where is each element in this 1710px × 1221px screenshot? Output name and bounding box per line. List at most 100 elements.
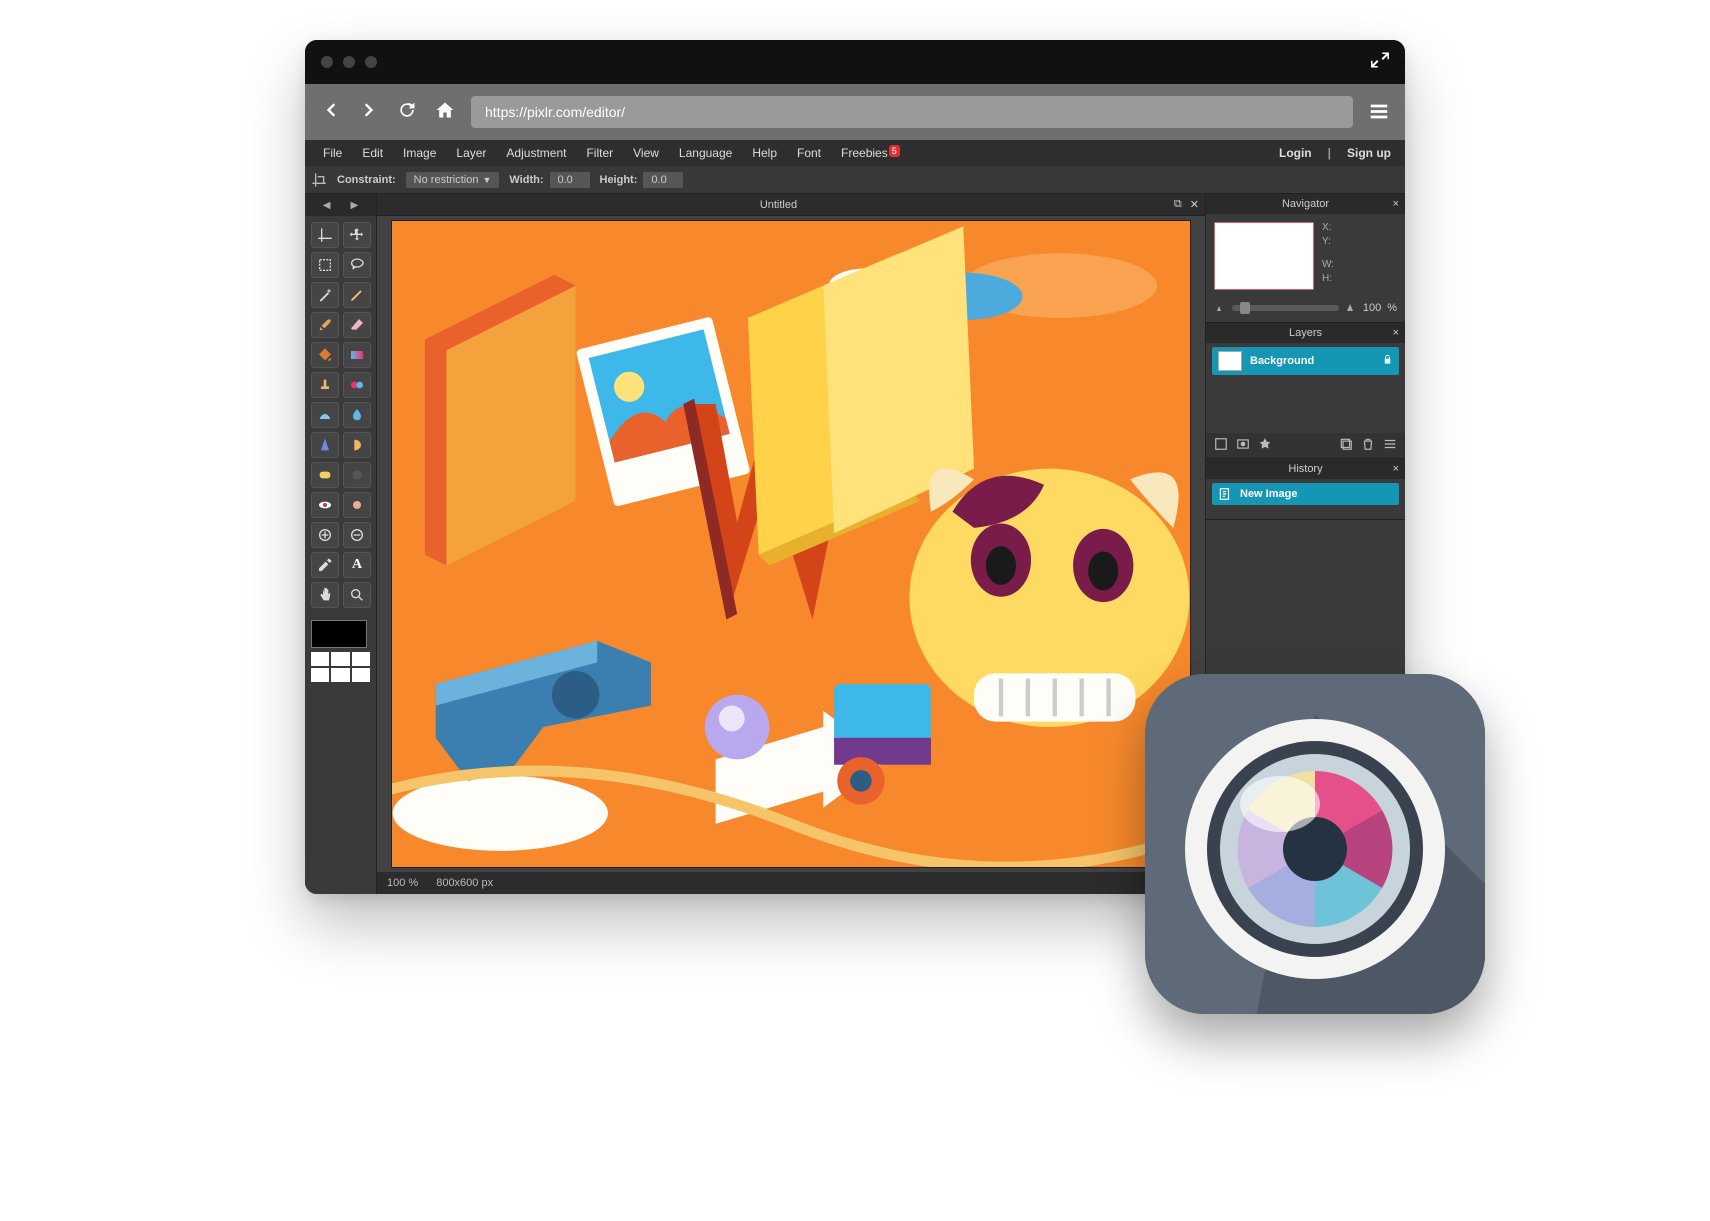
- menu-edit[interactable]: Edit: [352, 146, 393, 160]
- menu-language[interactable]: Language: [669, 146, 742, 160]
- zoom-in-icon[interactable]: [1345, 302, 1357, 314]
- height-input[interactable]: 0.0: [643, 172, 683, 188]
- menu-help[interactable]: Help: [742, 146, 787, 160]
- tool-red-eye[interactable]: [311, 492, 339, 518]
- tool-zoom[interactable]: [343, 582, 371, 608]
- menu-file[interactable]: File: [313, 146, 352, 160]
- tool-draw[interactable]: [311, 402, 339, 428]
- menu-layer[interactable]: Layer: [446, 146, 496, 160]
- tool-grid: A: [305, 216, 376, 614]
- document-title: Untitled: [383, 199, 1174, 211]
- menu-adjustment[interactable]: Adjustment: [496, 146, 576, 160]
- new-image-icon: [1218, 487, 1232, 501]
- tool-gradient[interactable]: [343, 342, 371, 368]
- navigator-coords: X: Y: W: H:: [1322, 222, 1334, 290]
- new-layer-icon[interactable]: [1339, 437, 1353, 454]
- divider: |: [1322, 146, 1337, 160]
- signup-link[interactable]: Sign up: [1341, 146, 1397, 160]
- app-menu-bar: File Edit Image Layer Adjustment Filter …: [305, 140, 1405, 166]
- tool-lasso[interactable]: [343, 252, 371, 278]
- tool-smudge[interactable]: [343, 432, 371, 458]
- nav-forward-button[interactable]: [357, 100, 381, 125]
- navigator-thumbnail[interactable]: [1214, 222, 1314, 290]
- history-item-label: New Image: [1240, 488, 1297, 500]
- tool-color-replace[interactable]: [343, 372, 371, 398]
- layer-name: Background: [1250, 355, 1374, 367]
- tool-paint-bucket[interactable]: [311, 342, 339, 368]
- menu-view[interactable]: View: [623, 146, 669, 160]
- nav-home-button[interactable]: [433, 100, 457, 125]
- width-input[interactable]: 0.0: [550, 172, 590, 188]
- tool-dodge[interactable]: [343, 462, 371, 488]
- traffic-maximize[interactable]: [365, 56, 377, 68]
- tab-next-icon[interactable]: ▶: [351, 200, 359, 211]
- tool-wand[interactable]: [311, 282, 339, 308]
- maximize-doc-icon[interactable]: ⧉: [1174, 198, 1182, 211]
- document-title-bar: Untitled ⧉ ✕: [377, 194, 1205, 216]
- swatch[interactable]: [352, 652, 370, 666]
- swatch[interactable]: [311, 652, 329, 666]
- traffic-minimize[interactable]: [343, 56, 355, 68]
- lock-icon[interactable]: [1382, 354, 1393, 368]
- history-close-icon[interactable]: ×: [1393, 463, 1399, 475]
- tool-pinch[interactable]: [343, 522, 371, 548]
- history-row[interactable]: New Image: [1212, 483, 1399, 505]
- canvas-area: Untitled ⧉ ✕: [377, 194, 1205, 894]
- navigator-close-icon[interactable]: ×: [1393, 198, 1399, 210]
- tool-clone-stamp[interactable]: [311, 372, 339, 398]
- tab-prev-icon[interactable]: ◀: [323, 200, 331, 211]
- zoom-out-icon[interactable]: [1214, 302, 1226, 314]
- tool-spot-heal[interactable]: [343, 492, 371, 518]
- tool-type[interactable]: A: [343, 552, 371, 578]
- tool-color-picker[interactable]: [311, 552, 339, 578]
- history-panel: History × New Image: [1206, 459, 1405, 520]
- layer-row[interactable]: Background: [1212, 347, 1399, 375]
- layer-mask-icon[interactable]: [1236, 437, 1250, 454]
- constraint-dropdown[interactable]: No restriction ▼: [406, 172, 500, 188]
- tool-sharpen[interactable]: [311, 432, 339, 458]
- menu-freebies[interactable]: Freebies 5: [831, 146, 898, 160]
- tool-pencil[interactable]: [343, 282, 371, 308]
- tool-crop[interactable]: [311, 222, 339, 248]
- tool-marquee[interactable]: [311, 252, 339, 278]
- tool-move[interactable]: [343, 222, 371, 248]
- close-doc-icon[interactable]: ✕: [1190, 198, 1199, 211]
- traffic-close[interactable]: [321, 56, 333, 68]
- url-input[interactable]: https://pixlr.com/editor/: [471, 96, 1353, 128]
- nav-reload-button[interactable]: [395, 100, 419, 125]
- navigator-zoom-value: 100: [1363, 302, 1381, 314]
- menu-filter[interactable]: Filter: [576, 146, 623, 160]
- login-link[interactable]: Login: [1273, 146, 1318, 160]
- layer-menu-icon[interactable]: [1383, 437, 1397, 454]
- canvas[interactable]: [391, 220, 1191, 868]
- swatch[interactable]: [311, 668, 329, 682]
- swatch[interactable]: [331, 652, 349, 666]
- menu-font[interactable]: Font: [787, 146, 831, 160]
- tool-sponge[interactable]: [311, 462, 339, 488]
- browser-nav-bar: https://pixlr.com/editor/: [305, 84, 1405, 140]
- foreground-color[interactable]: [311, 620, 367, 648]
- freebies-badge: 5: [889, 145, 900, 157]
- nav-back-button[interactable]: [319, 100, 343, 125]
- navigator-zoom-slider[interactable]: [1232, 305, 1339, 311]
- tool-eraser[interactable]: [343, 312, 371, 338]
- color-swatches: [311, 620, 370, 682]
- status-dimensions: 800x600 px: [436, 877, 493, 889]
- url-text: https://pixlr.com/editor/: [485, 104, 625, 120]
- layers-close-icon[interactable]: ×: [1393, 327, 1399, 339]
- width-label: Width:: [509, 174, 543, 186]
- fullscreen-icon[interactable]: [1371, 51, 1389, 74]
- delete-layer-icon[interactable]: [1361, 437, 1375, 454]
- tool-blur[interactable]: [343, 402, 371, 428]
- tool-brush[interactable]: [311, 312, 339, 338]
- constraint-value: No restriction: [414, 174, 479, 186]
- tool-bloat[interactable]: [311, 522, 339, 548]
- layer-styles-icon[interactable]: [1258, 437, 1272, 454]
- tool-hand[interactable]: [311, 582, 339, 608]
- swatch[interactable]: [352, 668, 370, 682]
- browser-menu-icon[interactable]: [1367, 100, 1391, 125]
- layer-settings-icon[interactable]: [1214, 437, 1228, 454]
- toolbox-panel: ◀ ▶: [305, 194, 377, 894]
- menu-image[interactable]: Image: [393, 146, 446, 160]
- swatch[interactable]: [331, 668, 349, 682]
